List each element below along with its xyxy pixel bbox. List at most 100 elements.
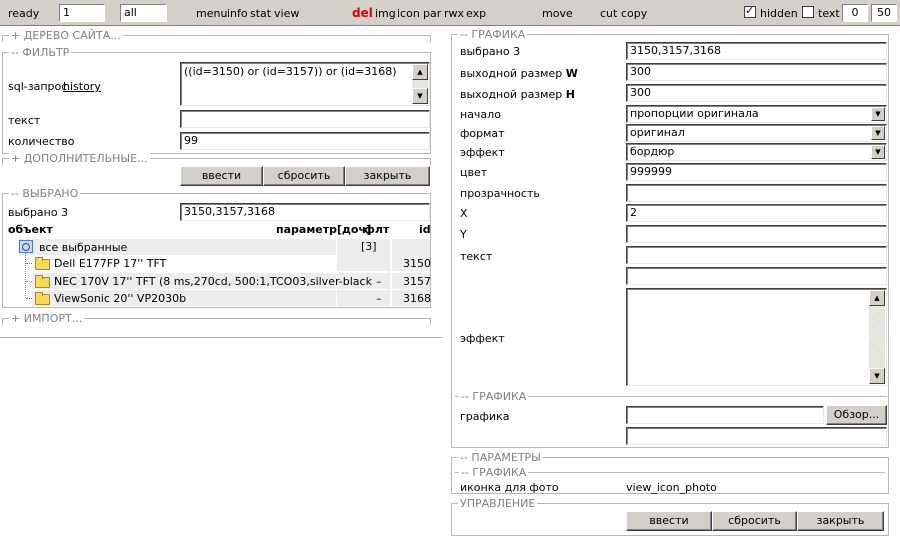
graphics-title[interactable]: -- ГРАФИКА <box>458 28 528 41</box>
img-link[interactable]: img <box>375 7 396 20</box>
graphics2-title[interactable]: -- ГРАФИКА <box>459 390 529 403</box>
exp-link[interactable]: exp <box>466 7 486 20</box>
scroll-up-icon[interactable]: ▲ <box>412 64 428 80</box>
graphics2-section: -- ГРАФИКА <box>455 390 887 403</box>
history-link[interactable]: history <box>63 80 101 93</box>
start-label: начало <box>460 108 501 121</box>
chevron-down-icon[interactable]: ▼ <box>871 107 885 121</box>
chevron-down-icon[interactable]: ▼ <box>871 126 885 140</box>
transparency-input[interactable] <box>626 184 887 202</box>
site-tree-title[interactable]: + ДЕРЕВО САЙТА... <box>9 29 123 42</box>
overlay-text-input[interactable] <box>626 246 887 264</box>
effect-select[interactable]: бордюр ▼ <box>626 143 887 161</box>
item-name[interactable]: Dell E177FP 17'' TFT <box>54 257 166 270</box>
filter-submit-button[interactable]: ввести <box>180 166 263 186</box>
item-flt: – <box>376 275 382 288</box>
sql-scrollbar[interactable]: ▲ ▼ <box>412 64 428 104</box>
copy-link[interactable]: copy <box>621 7 647 20</box>
height-label: выходной размер H <box>460 88 575 101</box>
extra-title[interactable]: + ДОПОЛНИТЕЛЬНЫЕ... <box>9 152 150 165</box>
height-input[interactable]: 300 <box>626 84 887 102</box>
cut-link[interactable]: cut <box>600 7 617 20</box>
effect-label: эффект <box>460 332 505 345</box>
filter-close-button[interactable]: закрыть <box>345 166 430 186</box>
extra-section[interactable]: + ДОПОЛНИТЕЛЬНЫЕ... <box>2 152 431 165</box>
view-link[interactable]: view <box>274 7 299 20</box>
submit-button[interactable]: ввести <box>626 511 712 531</box>
width-input[interactable]: 300 <box>626 63 887 81</box>
item-name[interactable]: NEC 170V 17'' TFT (8 ms,270cd, 500:1,TCO… <box>54 275 372 288</box>
folder-icon <box>35 275 50 288</box>
move-link[interactable]: move <box>542 7 573 20</box>
text-label: text <box>818 7 840 20</box>
text-filter-label: текст <box>8 114 41 127</box>
item-name[interactable]: ViewSonic 20'' VP2030b <box>54 292 186 305</box>
col-param: параметр <box>276 223 338 236</box>
graphics3-title[interactable]: -- ГРАФИКА <box>459 466 529 479</box>
scroll-down-icon[interactable]: ▼ <box>869 368 885 384</box>
folder-icon <box>35 292 50 305</box>
info-link[interactable]: info <box>227 7 248 20</box>
del-link[interactable]: del <box>352 6 373 20</box>
count-input[interactable]: 99 <box>180 132 430 150</box>
chevron-down-icon[interactable]: ▼ <box>871 145 885 159</box>
scroll-up-icon[interactable]: ▲ <box>869 290 885 306</box>
control-title: УПРАВЛЕНИЕ <box>458 497 538 510</box>
folder-icon <box>35 257 50 270</box>
all-selected-node[interactable]: все выбранные <box>39 241 127 254</box>
selected-ids-input[interactable]: 3150,3157,3168 <box>180 203 430 221</box>
scope-input[interactable]: all <box>120 4 167 22</box>
par-link[interactable]: par <box>423 7 441 20</box>
filter-reset-button[interactable]: сбросить <box>263 166 345 186</box>
hidden-label: hidden <box>760 7 798 20</box>
icon-link[interactable]: icon <box>397 7 420 20</box>
x-label: X <box>460 207 468 220</box>
text-checkbox[interactable] <box>802 6 814 18</box>
status-text: ready <box>8 7 40 20</box>
count-label: количество <box>8 135 75 148</box>
x-input[interactable]: 2 <box>626 204 887 222</box>
params-title[interactable]: -- ПАРАМЕТРЫ <box>458 451 543 464</box>
left-divider <box>0 337 443 338</box>
overlay-text-label: текст <box>460 250 493 263</box>
effect-select-value: бордюр <box>630 145 675 158</box>
stat-link[interactable]: stat <box>250 7 271 20</box>
item-id: 3150 <box>403 257 431 270</box>
reset-button[interactable]: сбросить <box>712 511 797 531</box>
selected-title[interactable]: -- ВЫБРАНО <box>9 187 81 200</box>
start-select[interactable]: пропорции оригинала ▼ <box>626 105 887 123</box>
scroll-down-icon[interactable]: ▼ <box>412 88 428 104</box>
col-object: объект <box>8 223 53 236</box>
overlay-text-input-2[interactable] <box>626 267 887 285</box>
width-label: выходной размер W <box>460 67 578 80</box>
graphic-file-label: графика <box>460 410 510 423</box>
browse-button[interactable]: Обзор... <box>826 405 887 425</box>
site-tree-section[interactable]: + ДЕРЕВО САЙТА... <box>2 29 431 42</box>
start-select-value: пропорции оригинала <box>630 107 759 120</box>
import-title[interactable]: + ИМПОРТ... <box>9 312 85 325</box>
page-input[interactable]: 1 <box>59 4 105 22</box>
effect-textarea[interactable]: ▲ ▼ <box>626 288 887 386</box>
close-button[interactable]: закрыть <box>797 511 884 531</box>
graphic-file-input[interactable] <box>626 406 824 424</box>
graphic-file-input-2[interactable] <box>626 427 887 445</box>
sql-label: sql-запрос <box>8 80 68 93</box>
format-select[interactable]: оригинал ▼ <box>626 124 887 142</box>
menu-link[interactable]: menu <box>196 7 227 20</box>
filter-title[interactable]: -- ФИЛЬТР <box>9 46 72 59</box>
rwx-link[interactable]: rwx <box>444 7 464 20</box>
range-from-input[interactable]: 0 <box>842 4 868 22</box>
effect-scrollbar[interactable]: ▲ ▼ <box>869 290 885 384</box>
import-section[interactable]: + ИМПОРТ... <box>2 312 431 325</box>
text-filter-input[interactable] <box>180 110 430 128</box>
row-bg <box>337 255 390 271</box>
row-bg <box>337 290 390 306</box>
sel-ids-input[interactable]: 3150,3157,3168 <box>626 42 887 60</box>
item-id: 3168 <box>403 292 431 305</box>
col-flt: флт <box>364 223 390 236</box>
y-input[interactable] <box>626 225 887 243</box>
sql-query-textarea[interactable]: ((id=3150) or (id=3157)) or (id=3168) ▲ … <box>180 62 430 106</box>
color-input[interactable]: 999999 <box>626 163 887 181</box>
hidden-checkbox[interactable] <box>744 4 756 18</box>
range-to-input[interactable]: 50 <box>871 4 897 22</box>
